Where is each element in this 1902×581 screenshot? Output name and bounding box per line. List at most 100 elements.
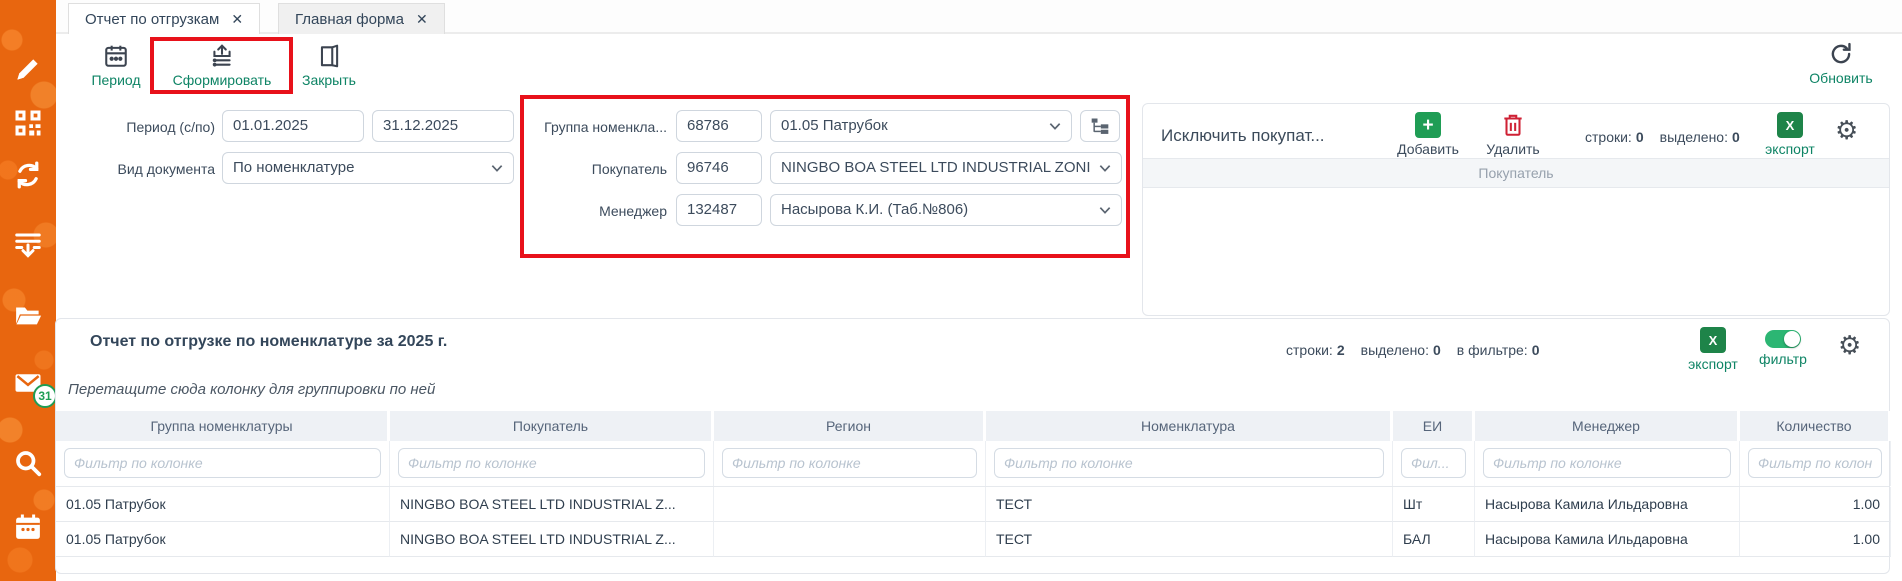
group-code-input[interactable]: 68786 [676, 110, 762, 142]
chevron-down-icon [489, 160, 505, 176]
table-cell: 1.00 [1740, 522, 1891, 557]
column-header-4[interactable]: Номенклатура [986, 411, 1393, 441]
mail-icon[interactable]: 31 [13, 368, 43, 398]
manager-select[interactable]: Насырова К.И. (Таб.№806) [770, 194, 1122, 226]
buyer-select[interactable]: NINGBO BOA STEEL LTD INDUSTRIAL ZONI [770, 152, 1122, 184]
table-cell: 01.05 Патрубок [56, 487, 390, 522]
calendar-icon-sidebar[interactable] [13, 512, 43, 542]
tab-report[interactable]: Отчет по отгрузкам ✕ [68, 3, 260, 34]
search-icon[interactable] [13, 448, 43, 478]
rows-count-label: строки: [1585, 129, 1632, 145]
doc-type-value: По номенклатуре [233, 159, 354, 176]
app-window: 31 Отчет по отгрузкам ✕ Главная форма ✕ … [0, 0, 1902, 581]
report-card: Отчет по отгрузке по номенклатуре за 202… [55, 318, 1890, 574]
table-row-1[interactable]: 01.05 ПатрубокNINGBO BOA STEEL LTD INDUS… [56, 487, 1889, 522]
report-rows-label: строки: [1286, 342, 1333, 358]
column-filter-input-6[interactable] [1483, 448, 1731, 478]
report-export-button[interactable]: X экспорт [1682, 327, 1744, 372]
add-button-label: Добавить [1397, 141, 1459, 157]
buyer-code-input[interactable]: 96746 [676, 152, 762, 184]
generate-list-icon[interactable] [13, 230, 43, 260]
manager-label: Менеджер [527, 203, 667, 219]
sidebar: 31 [0, 0, 56, 581]
delete-button-label: Удалить [1486, 141, 1539, 157]
generate-button[interactable]: Сформировать [160, 43, 284, 88]
report-settings-gear-icon[interactable]: ⚙ [1838, 333, 1861, 359]
column-filter-input-1[interactable] [64, 448, 381, 478]
table-cell: БАЛ [1393, 522, 1475, 557]
add-button[interactable]: + Добавить [1395, 112, 1461, 157]
report-rows-value: 2 [1337, 342, 1345, 358]
column-header-5[interactable]: ЕИ [1393, 411, 1475, 441]
report-filtered-value: 0 [1532, 342, 1540, 358]
group-tree-button[interactable] [1080, 110, 1120, 142]
report-body: 01.05 ПатрубокNINGBO BOA STEEL LTD INDUS… [56, 487, 1889, 557]
report-filter-row [56, 441, 1889, 487]
generate-button-label: Сформировать [173, 72, 272, 88]
exclude-export-button[interactable]: X экспорт [1759, 112, 1821, 157]
plus-icon: + [1415, 112, 1441, 138]
delete-button[interactable]: Удалить [1483, 112, 1543, 157]
qr-code-icon[interactable] [13, 108, 43, 138]
refresh-icon [1828, 41, 1854, 67]
group-label: Группа номенкла... [527, 119, 667, 135]
buyer-label: Покупатель [527, 161, 667, 177]
table-cell: Шт [1393, 487, 1475, 522]
tab-bar: Отчет по отгрузкам ✕ Главная форма ✕ [56, 0, 1902, 34]
filter-cell-6 [1475, 441, 1740, 486]
exclude-column-header[interactable]: Покупатель [1143, 158, 1889, 188]
column-filter-input-4[interactable] [994, 448, 1384, 478]
table-cell: Насырова Камила Ильдаровна [1475, 522, 1740, 557]
filter-cell-3 [714, 441, 986, 486]
table-cell: ТЕСТ [986, 522, 1393, 557]
tab-main-form[interactable]: Главная форма ✕ [278, 3, 445, 34]
column-filter-input-7[interactable] [1748, 448, 1882, 478]
column-header-7[interactable]: Количество [1740, 411, 1891, 441]
report-filtered-label: в фильтре: [1457, 342, 1528, 358]
group-select[interactable]: 01.05 Патрубок [770, 110, 1072, 142]
period-to-input[interactable]: 31.12.2025 [372, 110, 514, 142]
column-filter-input-2[interactable] [398, 448, 705, 478]
filter-cell-5 [1393, 441, 1475, 486]
exclude-buyers-panel: Исключить покупат... + Добавить Удалить … [1142, 103, 1890, 316]
column-header-6[interactable]: Менеджер [1475, 411, 1740, 441]
pencil-icon[interactable] [13, 54, 43, 84]
close-button[interactable]: Закрыть [296, 43, 362, 88]
table-cell: 01.05 Патрубок [56, 522, 390, 557]
filter-cell-1 [56, 441, 390, 486]
table-cell: NINGBO BOA STEEL LTD INDUSTRIAL Z... [390, 522, 714, 557]
column-filter-input-5[interactable] [1401, 448, 1466, 478]
report-selected-label: выделено: [1361, 342, 1429, 358]
period-from-input[interactable]: 01.01.2025 [222, 110, 364, 142]
table-row-2[interactable]: 01.05 ПатрубокNINGBO BOA STEEL LTD INDUS… [56, 522, 1889, 557]
group-value: 01.05 Патрубок [781, 117, 888, 134]
table-cell: NINGBO BOA STEEL LTD INDUSTRIAL Z... [390, 487, 714, 522]
excel-icon: X [1777, 112, 1803, 138]
toggle-knob [1784, 331, 1800, 347]
tab-report-label: Отчет по отгрузкам [85, 11, 219, 28]
tab-report-close-icon[interactable]: ✕ [231, 11, 243, 28]
column-filter-input-3[interactable] [722, 448, 977, 478]
refresh-button[interactable]: Обновить [1796, 41, 1886, 86]
selected-count-value: 0 [1732, 129, 1740, 145]
folder-icon[interactable] [13, 300, 43, 330]
doc-type-select[interactable]: По номенклатуре [222, 152, 514, 184]
column-header-3[interactable]: Регион [714, 411, 986, 441]
filter-cell-4 [986, 441, 1393, 486]
period-button[interactable]: Период [84, 43, 148, 88]
sync-icon[interactable] [13, 160, 43, 190]
close-button-label: Закрыть [302, 72, 356, 88]
column-header-1[interactable]: Группа номенклатуры [56, 411, 390, 441]
exclude-panel-title: Исключить покупат... [1161, 126, 1325, 146]
filter-toggle-button[interactable]: фильтр [1754, 330, 1812, 367]
tree-icon [1090, 116, 1110, 136]
manager-code-input[interactable]: 132487 [676, 194, 762, 226]
tab-main-form-close-icon[interactable]: ✕ [416, 11, 428, 28]
chevron-down-icon [1097, 202, 1113, 218]
table-cell: Насырова Камила Ильдаровна [1475, 487, 1740, 522]
group-by-hint: Перетащите сюда колонку для группировки … [68, 381, 435, 398]
buyer-value: NINGBO BOA STEEL LTD INDUSTRIAL ZONI [781, 159, 1091, 176]
filter-toggle[interactable] [1765, 330, 1801, 348]
exclude-settings-gear-icon[interactable]: ⚙ [1835, 118, 1858, 144]
column-header-2[interactable]: Покупатель [390, 411, 714, 441]
